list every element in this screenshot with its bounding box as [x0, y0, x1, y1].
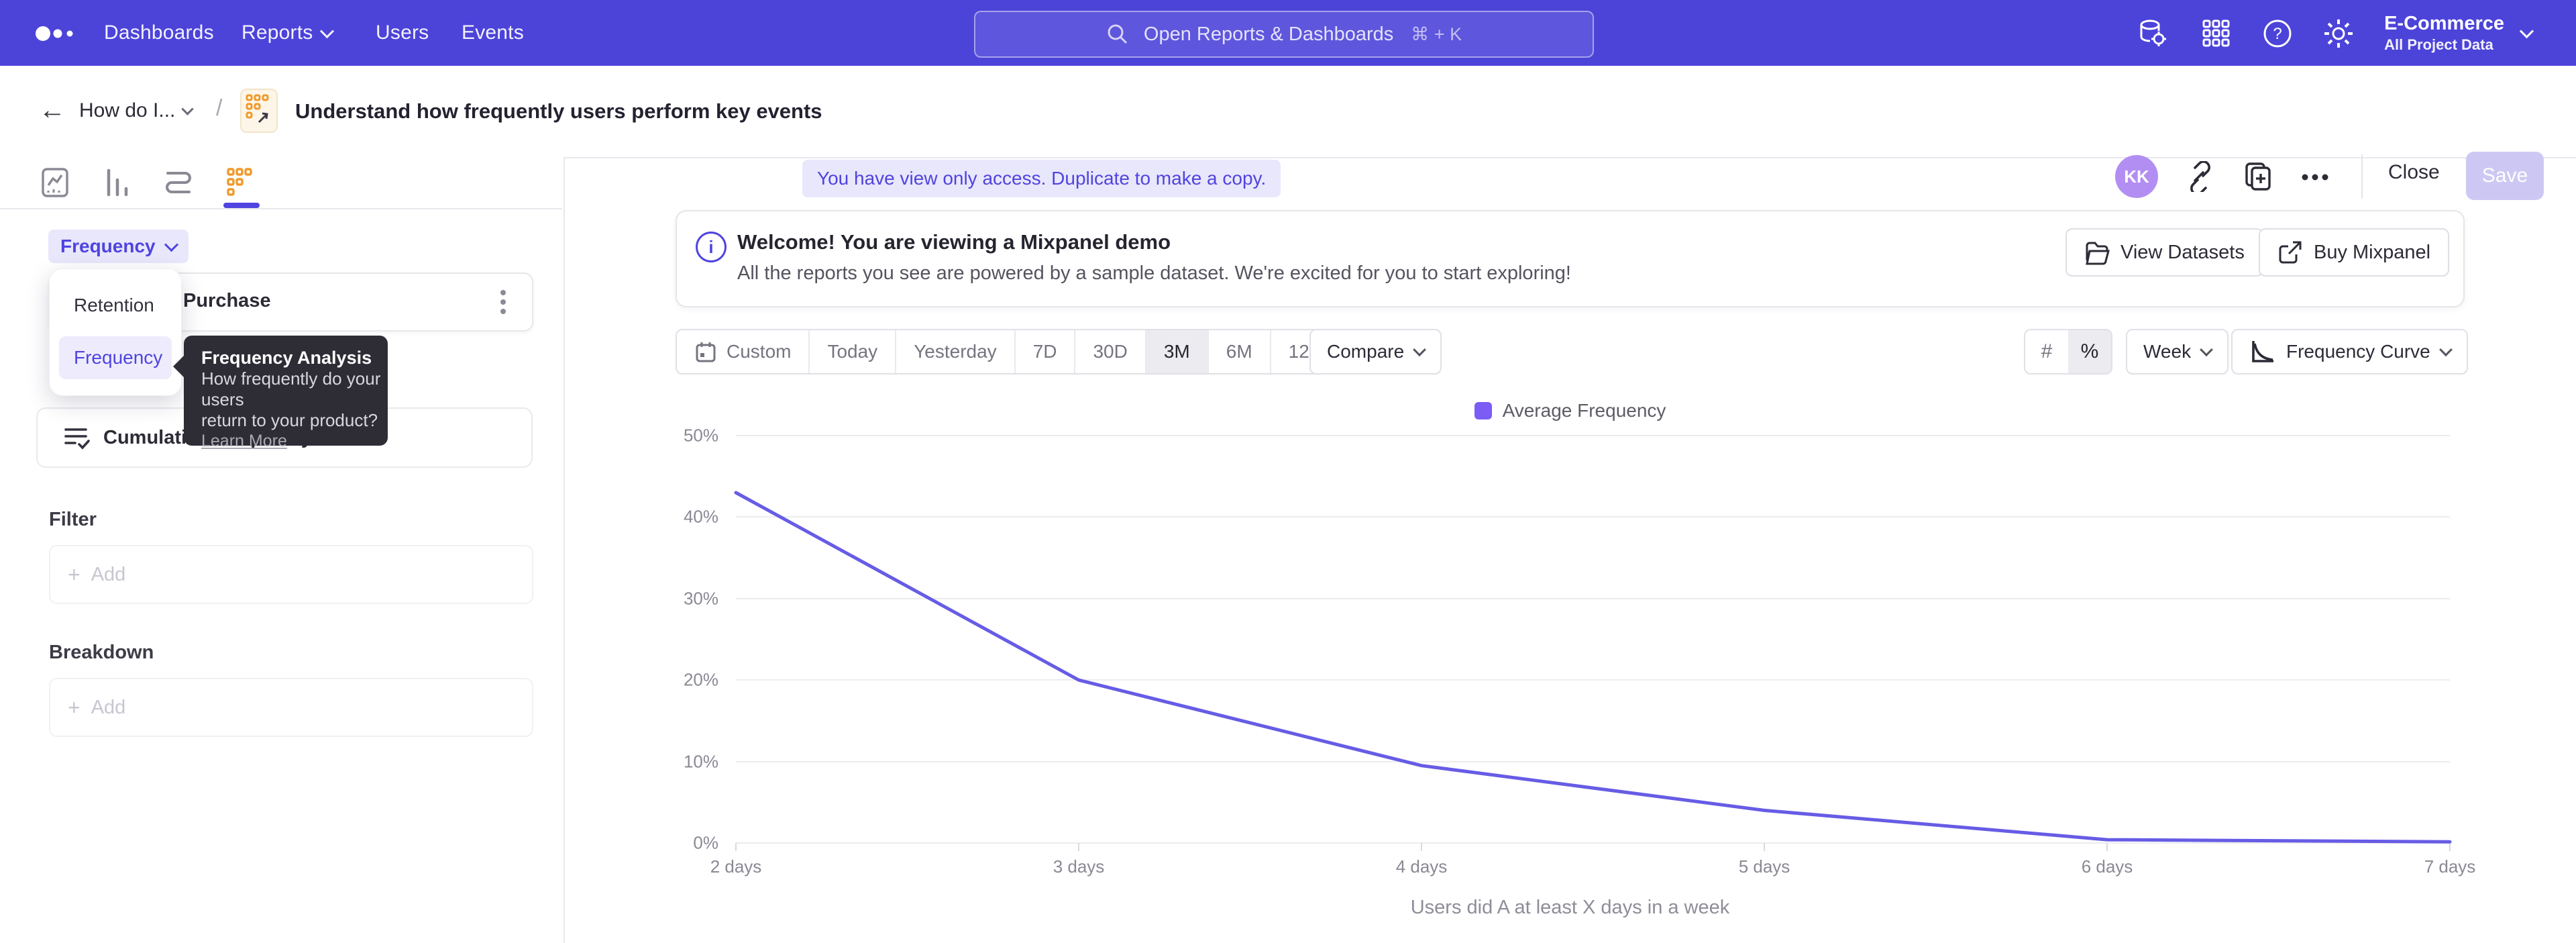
- info-icon: i: [696, 232, 727, 262]
- frequency-chart[interactable]: 0%10%20%30%40%50%2 days3 days4 days5 day…: [676, 436, 2465, 843]
- mixpanel-logo-icon[interactable]: [35, 24, 82, 43]
- breadcrumb[interactable]: How do I...: [79, 99, 192, 122]
- active-tab-indicator: [223, 203, 260, 208]
- chevron-down-icon: [320, 24, 334, 38]
- tab-flows-icon[interactable]: [161, 165, 196, 200]
- event-label: Purchase: [183, 290, 271, 312]
- close-button[interactable]: Close: [2388, 161, 2440, 184]
- range-custom[interactable]: Custom: [677, 330, 810, 373]
- menu-item-frequency[interactable]: Frequency: [59, 336, 172, 379]
- chevron-down-icon: [164, 238, 178, 252]
- settings-gear-icon[interactable]: [2323, 18, 2354, 49]
- chart-type-dropdown[interactable]: Frequency Curve: [2231, 329, 2468, 375]
- menu-item-retention[interactable]: Retention: [59, 284, 172, 327]
- back-arrow-icon[interactable]: ←: [39, 97, 66, 123]
- date-range-control: Custom Today Yesterday 7D 30D 3M 6M 12M: [676, 329, 1344, 375]
- x-axis-label: 7 days: [2424, 856, 2476, 877]
- more-icon[interactable]: [2300, 170, 2330, 184]
- x-axis-label: 3 days: [1053, 856, 1105, 877]
- chevron-down-icon: [2200, 343, 2213, 356]
- duplicate-icon[interactable]: [2243, 161, 2273, 192]
- measurement-menu: Retention Frequency: [49, 268, 182, 396]
- range-3m[interactable]: 3M: [1146, 330, 1209, 373]
- compare-button[interactable]: Compare: [1309, 329, 1442, 375]
- x-axis-label: 5 days: [1739, 856, 1790, 877]
- frequency-curve-icon: [2249, 338, 2275, 365]
- format-absolute[interactable]: #: [2025, 330, 2068, 373]
- nav-item-users[interactable]: Users: [376, 0, 429, 66]
- calendar-icon: [694, 340, 717, 363]
- interval-dropdown[interactable]: Week: [2126, 329, 2229, 375]
- tooltip-title: Frequency Analysis: [201, 348, 388, 368]
- x-axis-label: 4 days: [1396, 856, 1448, 877]
- project-scope: All Project Data: [2384, 36, 2504, 54]
- tab-funnels-icon[interactable]: [99, 165, 134, 200]
- format-percent[interactable]: %: [2068, 330, 2111, 373]
- chart-legend[interactable]: Average Frequency: [676, 400, 2465, 421]
- chevron-down-icon: [1413, 343, 1426, 356]
- project-name: E-Commerce: [2384, 11, 2504, 36]
- buy-mixpanel-button[interactable]: Buy Mixpanel: [2259, 228, 2449, 277]
- x-axis-label: 6 days: [2082, 856, 2133, 877]
- list-check-icon: [62, 423, 91, 452]
- range-6m[interactable]: 6M: [1209, 330, 1271, 373]
- legend-label: Average Frequency: [1503, 400, 1666, 421]
- x-axis-label: 2 days: [710, 856, 762, 877]
- breadcrumb-separator: /: [216, 95, 222, 121]
- nav-item-events[interactable]: Events: [462, 0, 524, 66]
- query-sidebar: Frequency Purchase Retention Frequency F…: [0, 157, 565, 943]
- folder-icon: [2084, 240, 2110, 265]
- legend-swatch: [1474, 402, 1492, 419]
- learn-more-link[interactable]: Learn More: [201, 432, 388, 451]
- banner-title: Welcome! You are viewing a Mixpanel demo: [737, 230, 1171, 254]
- banner-subtitle: All the reports you see are powered by a…: [737, 262, 1571, 285]
- chevron-down-icon: [2439, 343, 2453, 356]
- breakdown-add-button[interactable]: + Add: [49, 678, 533, 737]
- external-link-icon: [2277, 240, 2303, 265]
- range-30d[interactable]: 30D: [1075, 330, 1146, 373]
- chevron-down-icon: [182, 103, 194, 115]
- report-header: ← How do I... / Understand how frequentl…: [0, 66, 2576, 158]
- kebab-menu-icon[interactable]: [498, 287, 508, 317]
- range-yesterday[interactable]: Yesterday: [896, 330, 1016, 373]
- plus-icon: +: [68, 562, 80, 587]
- svg-text:?: ?: [2273, 25, 2282, 43]
- value-format-toggle: # %: [2024, 329, 2112, 375]
- copy-link-icon[interactable]: [2184, 161, 2214, 192]
- tab-retention-icon[interactable]: [223, 165, 258, 200]
- view-datasets-button[interactable]: View Datasets: [2065, 228, 2263, 277]
- save-button[interactable]: Save: [2466, 152, 2544, 200]
- report-type-icon: [240, 89, 278, 133]
- help-icon[interactable]: ?: [2262, 18, 2293, 49]
- nav-item-reports[interactable]: Reports: [241, 0, 332, 66]
- nav-item-dashboards[interactable]: Dashboards: [104, 0, 214, 66]
- frequency-tooltip: Frequency Analysis How frequently do you…: [184, 336, 388, 446]
- page-title: Understand how frequently users perform …: [295, 99, 822, 123]
- chevron-down-icon: [2520, 24, 2534, 38]
- tab-insights-icon[interactable]: [38, 165, 72, 200]
- top-nav: Dashboards Reports Users Events Open Rep…: [0, 0, 2576, 66]
- breakdown-heading: Breakdown: [49, 642, 154, 664]
- range-7d[interactable]: 7D: [1016, 330, 1076, 373]
- apps-grid-icon[interactable]: [2201, 18, 2232, 49]
- filter-add-button[interactable]: + Add: [49, 545, 533, 604]
- view-only-notice[interactable]: You have view only access. Duplicate to …: [802, 160, 1281, 197]
- global-search-input[interactable]: Open Reports & Dashboards ⌘ + K: [974, 11, 1594, 58]
- search-placeholder: Open Reports & Dashboards: [1144, 23, 1393, 46]
- search-shortcut: ⌘ + K: [1411, 24, 1462, 45]
- plus-icon: +: [68, 695, 80, 720]
- range-today[interactable]: Today: [810, 330, 896, 373]
- welcome-banner: i Welcome! You are viewing a Mixpanel de…: [676, 210, 2465, 307]
- divider: [2361, 154, 2363, 199]
- report-tabs: [0, 157, 562, 209]
- avatar[interactable]: KK: [2115, 155, 2158, 198]
- project-switcher[interactable]: E-Commerce All Project Data: [2384, 0, 2532, 66]
- measurement-dropdown[interactable]: Frequency: [48, 230, 189, 263]
- search-icon: [1106, 23, 1129, 46]
- data-management-icon[interactable]: [2137, 18, 2167, 49]
- chart-caption: Users did A at least X days in a week: [676, 897, 2465, 919]
- line-series[interactable]: [676, 436, 2450, 854]
- filter-heading: Filter: [49, 509, 97, 531]
